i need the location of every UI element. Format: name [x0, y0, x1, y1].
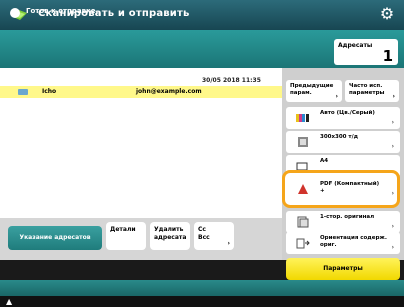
row-name: Icho [42, 88, 57, 95]
cc-bcc-button[interactable]: Сс Bcc › [194, 222, 234, 250]
destinations-label: Адресаты [338, 42, 373, 49]
resolution-icon [298, 137, 308, 147]
favorite-settings-label: Часто исп. параметры [349, 83, 385, 96]
cc-bcc-label: Сс Bcc [198, 226, 210, 241]
chevron-right-icon: › [391, 223, 394, 230]
destinations-count: 1 [382, 47, 393, 65]
color-mode-button[interactable]: Авто (Цв./Серый) › [286, 107, 400, 129]
original-type-label: 1-стор. оригинал [320, 214, 375, 220]
delete-destination-button[interactable]: Удалить адресата [150, 222, 190, 250]
color-mode-label: Авто (Цв./Серый) [320, 110, 375, 116]
orientation-button[interactable]: Ориентация содерж. ориг. › [286, 232, 400, 254]
orientation-icon [296, 238, 310, 249]
resolution-label: 300x300 т/д [320, 134, 359, 140]
chevron-right-icon: › [392, 93, 395, 100]
options-button[interactable]: Параметры [286, 258, 400, 280]
delete-destination-label: Удалить адресата [154, 226, 187, 241]
color-mode-icon [296, 114, 309, 122]
status-footer [0, 296, 404, 307]
status-indicator-icon [10, 8, 20, 18]
paper-size-label: A4 [320, 158, 329, 164]
orientation-label: Ориентация содерж. ориг. [320, 235, 387, 248]
destinations-counter: Адресаты 1 [334, 39, 398, 65]
details-label: Детали [110, 226, 136, 233]
previous-settings-label: Предыдущие парам. [290, 83, 334, 96]
chevron-right-icon: › [391, 119, 394, 126]
chevron-right-icon: › [227, 240, 230, 247]
pdf-file-icon [298, 184, 308, 194]
chevron-right-icon: › [391, 143, 394, 150]
scan-send-screen: Сканировать и отправить ⚙ Готов к отправ… [0, 0, 404, 307]
previous-settings-button[interactable]: Предыдущие парам. › [286, 80, 342, 102]
status-monitor-icon[interactable]: ▲ [6, 298, 16, 306]
details-button[interactable]: Детали [106, 222, 146, 250]
file-format-button[interactable]: PDF (Компактный) + › [286, 175, 400, 197]
resolution-button[interactable]: 300x300 т/д › [286, 131, 400, 153]
chevron-right-icon: › [391, 244, 394, 251]
list-date: 30/05 2018 11:35 [202, 77, 261, 84]
gear-icon[interactable]: ⚙ [378, 5, 396, 23]
file-format-label: PDF (Компактный) + [320, 181, 380, 194]
original-type-button[interactable]: 1-стор. оригинал › [286, 211, 400, 233]
favorite-settings-button[interactable]: Часто исп. параметры › [345, 80, 399, 102]
email-icon [18, 89, 28, 95]
chevron-right-icon: › [335, 93, 338, 100]
specify-destination-button[interactable]: Указание адресатов [8, 226, 102, 250]
status-message: Готов к отправке. [26, 7, 99, 15]
chevron-right-icon: › [391, 190, 394, 197]
row-address: john@example.com [136, 88, 202, 95]
two-sided-icon [297, 216, 309, 228]
